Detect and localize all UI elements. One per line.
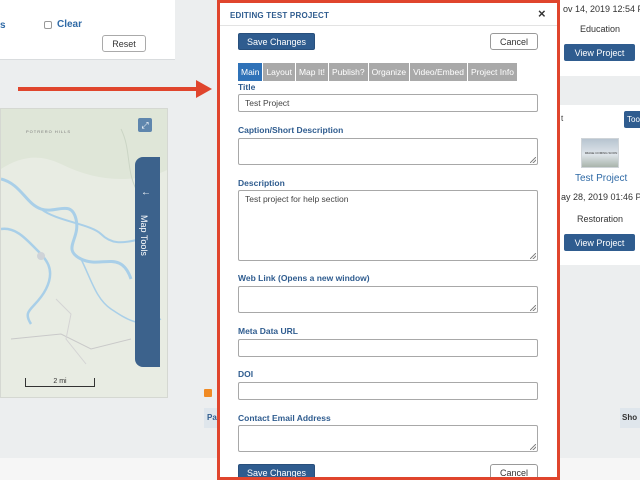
project-card-1-category: Education bbox=[580, 24, 621, 34]
view-project-button[interactable]: View Project bbox=[564, 234, 635, 251]
clear-checkbox[interactable] bbox=[44, 20, 52, 29]
map-scale-bar: 2 mi bbox=[25, 378, 95, 387]
clear-filter[interactable]: Clear bbox=[44, 19, 82, 30]
project-card-2-text: t bbox=[561, 114, 564, 123]
reset-button[interactable]: Reset bbox=[102, 35, 146, 52]
map-tools-label: Map Tools bbox=[139, 215, 149, 256]
modal-highlight-frame bbox=[217, 0, 560, 480]
project-title-link[interactable]: Test Project bbox=[575, 173, 627, 184]
project-card-1-date: ov 14, 2019 12:54 PM bbox=[563, 4, 640, 14]
map-tools-tab[interactable]: ← Map Tools bbox=[135, 157, 160, 367]
thumbnail-label: IMAGE COMING SOON bbox=[584, 151, 618, 155]
view-project-button[interactable]: View Project bbox=[564, 44, 635, 61]
clear-label: Clear bbox=[57, 19, 83, 30]
filter-panel bbox=[0, 0, 175, 60]
tools-button[interactable]: Too bbox=[624, 111, 640, 128]
show-button[interactable]: Sho bbox=[620, 408, 640, 428]
callout-arrow-head-icon bbox=[196, 80, 212, 98]
table-header-partial: Pa bbox=[204, 408, 218, 428]
expand-icon[interactable]: ⤢ bbox=[138, 118, 152, 132]
map-place-label: POTRERO HILLS bbox=[26, 129, 72, 134]
project-card-2-date: ay 28, 2019 01:46 PM bbox=[561, 192, 640, 202]
rss-icon[interactable] bbox=[204, 389, 212, 397]
project-card-2-category: Restoration bbox=[577, 214, 624, 224]
project-thumbnail[interactable]: IMAGE COMING SOON bbox=[581, 138, 619, 168]
filter-link[interactable]: s bbox=[0, 20, 6, 31]
arrow-left-icon: ← bbox=[141, 187, 151, 198]
callout-arrow-line bbox=[18, 87, 198, 91]
